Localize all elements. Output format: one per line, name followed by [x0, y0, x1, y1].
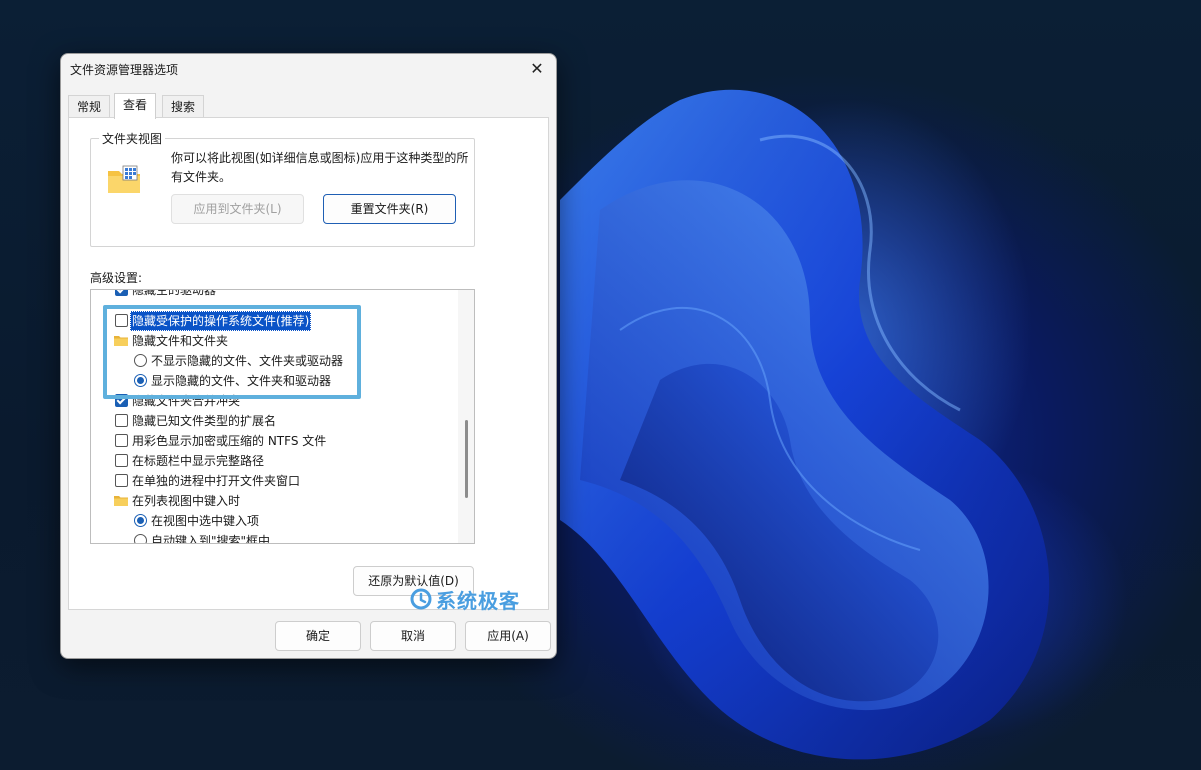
folder-views-group: 文件夹视图 你可以将此视图(如详细信息或图标)应用于这种类型的所有文件夹。 应用…	[90, 130, 475, 247]
scrollbar-thumb[interactable]	[465, 420, 468, 498]
ok-button[interactable]: 确定	[275, 621, 361, 651]
cancel-button[interactable]: 取消	[370, 621, 456, 651]
list-item-label: 显示隐藏的文件、文件夹和驱动器	[151, 374, 332, 388]
checkbox[interactable]	[115, 474, 128, 487]
reset-folders-button[interactable]: 重置文件夹(R)	[323, 194, 456, 224]
checkbox[interactable]	[115, 414, 128, 427]
advanced-settings-label: 高级设置:	[90, 271, 143, 285]
checkbox[interactable]	[115, 314, 128, 327]
list-item-label: 在列表视图中键入时	[132, 494, 241, 508]
list-item-label: 在视图中选中键入项	[151, 514, 260, 528]
list-item-label: 用彩色显示加密或压缩的 NTFS 文件	[132, 434, 327, 448]
tab-label: 查看	[123, 98, 148, 112]
watermark: 系统极客	[410, 587, 520, 613]
tab-general[interactable]: 常规	[68, 95, 111, 118]
list-item-label: 隐藏空的驱动器	[132, 289, 217, 297]
folder-icon	[114, 496, 128, 506]
radio-button[interactable]	[134, 514, 147, 527]
list-scrollbar[interactable]	[458, 290, 474, 543]
title-bar[interactable]: 文件资源管理器选项 ✕	[61, 54, 556, 84]
radio-button[interactable]	[134, 354, 147, 367]
list-item-label: 不显示隐藏的文件、文件夹或驱动器	[151, 354, 344, 368]
close-icon[interactable]: ✕	[522, 56, 552, 82]
list-item-label: 隐藏受保护的操作系统文件(推荐)	[130, 311, 312, 331]
checkbox[interactable]	[115, 454, 128, 467]
folder-view-icon	[108, 165, 140, 193]
watermark-text: 系统极客	[436, 588, 520, 613]
apply-to-folders-button[interactable]: 应用到文件夹(L)	[171, 194, 304, 224]
folder-views-label: 文件夹视图	[99, 130, 166, 147]
checkbox[interactable]	[115, 290, 128, 296]
tab-label: 常规	[77, 100, 102, 114]
tab-label: 搜索	[171, 100, 196, 114]
advanced-settings-list[interactable]: 隐藏空的驱动器 隐藏受保护的操作系统文件(推荐) 隐藏文件和文件夹 不显示隐藏的…	[90, 289, 475, 544]
folder-views-description: 你可以将此视图(如详细信息或图标)应用于这种类型的所有文件夹。	[171, 151, 469, 184]
watermark-logo-icon	[410, 588, 432, 610]
radio-button[interactable]	[134, 534, 147, 543]
radio-button[interactable]	[134, 374, 147, 387]
tab-search[interactable]: 搜索	[162, 95, 205, 118]
checkbox[interactable]	[115, 394, 128, 407]
folder-icon	[114, 336, 128, 346]
list-item-label: 隐藏已知文件类型的扩展名	[132, 414, 277, 428]
checkbox[interactable]	[115, 434, 128, 447]
list-item-label: 隐藏文件和文件夹	[132, 334, 229, 348]
explorer-options-dialog: 文件资源管理器选项 ✕ 常规 查看 搜索 文件夹视图 你可以将此视图(如详细信息…	[60, 53, 557, 659]
list-item-label: 在单独的进程中打开文件夹窗口	[132, 474, 301, 488]
apply-button[interactable]: 应用(A)	[465, 621, 551, 651]
list-item-label: 隐藏文件夹合并冲突	[132, 394, 241, 408]
list-item-label: 在标题栏中显示完整路径	[132, 454, 265, 468]
list-item-label: 自动键入到"搜索"框中	[151, 534, 271, 544]
wallpaper-bloom	[560, 89, 1050, 760]
dialog-title: 文件资源管理器选项	[70, 63, 179, 77]
view-tab-panel: 文件夹视图 你可以将此视图(如详细信息或图标)应用于这种类型的所有文件夹。 应用…	[68, 117, 549, 610]
tab-view[interactable]: 查看	[114, 93, 157, 119]
